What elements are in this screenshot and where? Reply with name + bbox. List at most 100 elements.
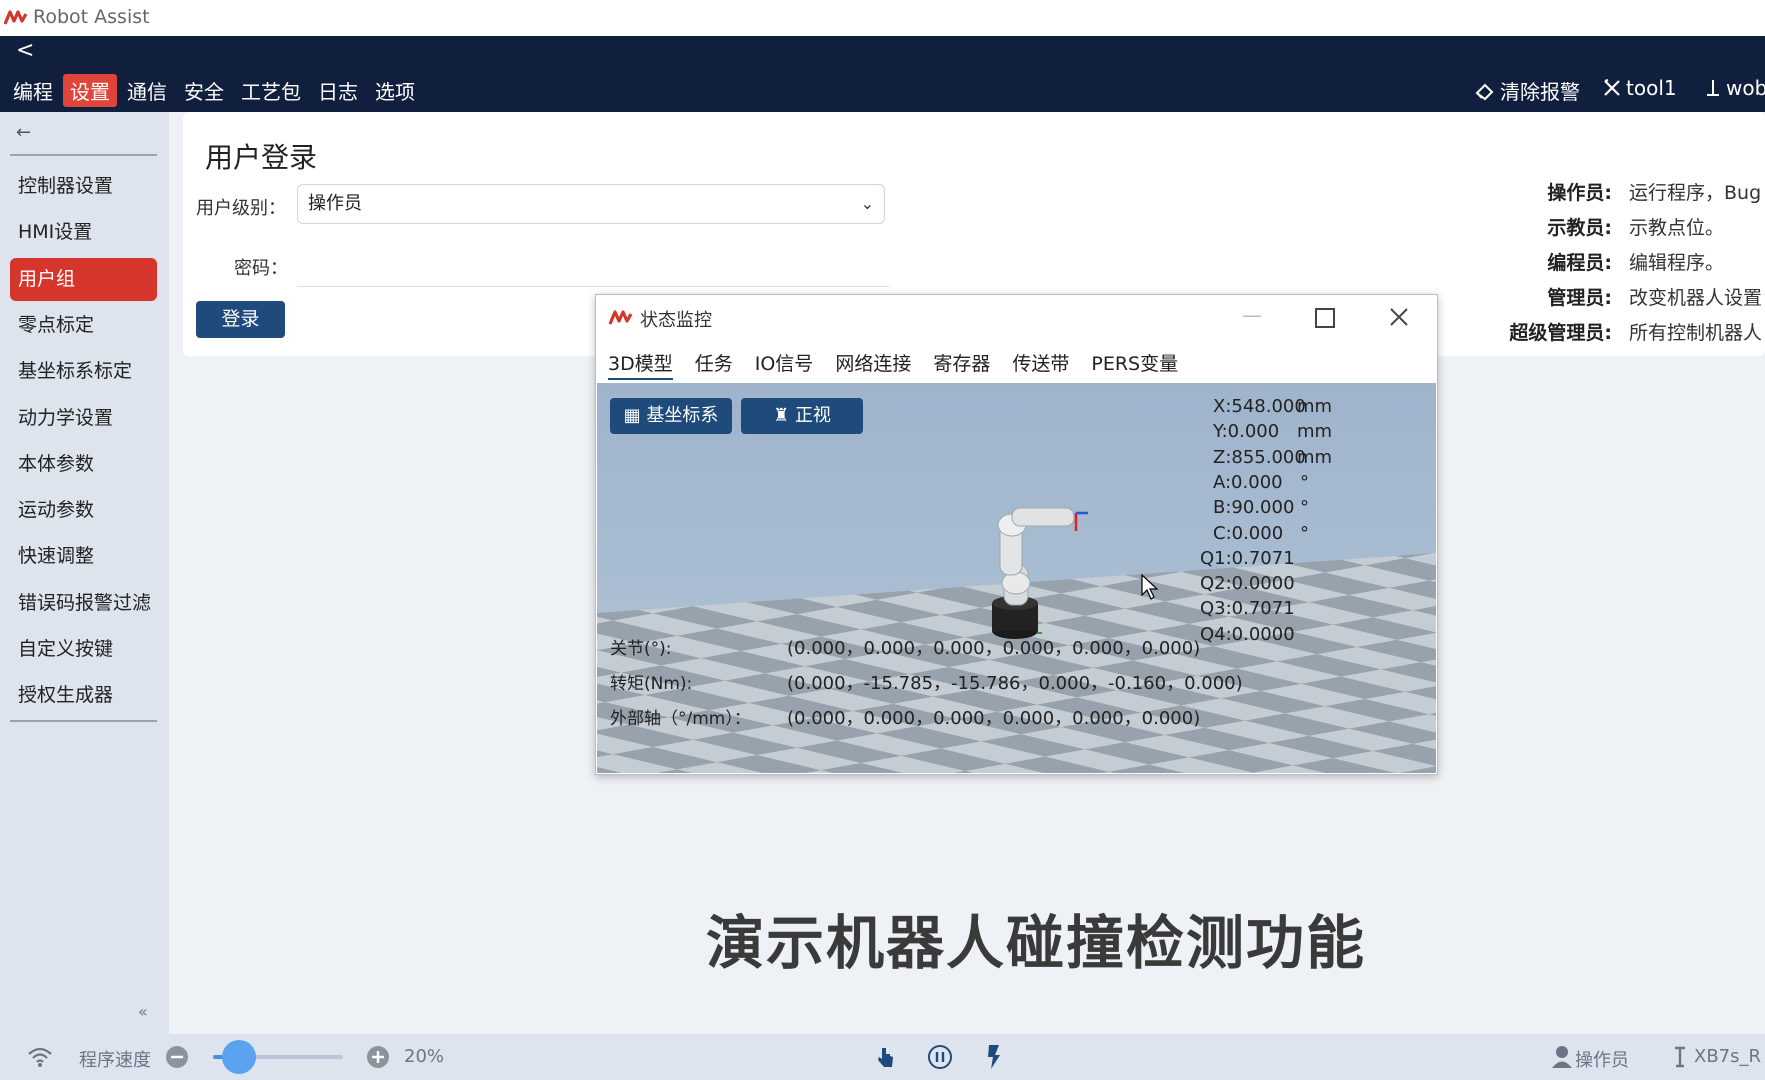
current-user[interactable]: 操作员 <box>1575 1046 1629 1072</box>
sidebar-item[interactable]: 动力学设置 <box>10 397 157 440</box>
coordinate-value: Q1:0.7071 <box>1200 547 1295 569</box>
menu-item[interactable]: 通信 <box>120 74 174 107</box>
maximize-button[interactable] <box>1315 308 1335 328</box>
robot-assist-logo-icon <box>608 310 633 325</box>
front-view-button[interactable]: ♜ 正视 <box>741 398 863 434</box>
joint-row-value: (0.000，0.000，0.000，0.000，0.000，0.000) <box>787 708 1201 729</box>
sidebar-item[interactable]: 自定义按键 <box>10 628 157 671</box>
base-frame-button[interactable]: ▦ 基坐标系 <box>610 398 732 434</box>
monitor-tab[interactable]: 网络连接 <box>835 349 911 380</box>
monitor-tab[interactable]: PERS变量 <box>1091 349 1178 380</box>
clear-alarm-button[interactable]: 清除报警 <box>1474 76 1580 105</box>
speed-decrease-icon[interactable] <box>165 1045 189 1069</box>
role-description: 所有控制机器人 <box>1629 322 1763 344</box>
top-navigation: < 编程 设置 通信 安全 工艺包 日志 选项 清除报警 tool1 wob <box>0 36 1765 112</box>
monitor-tab[interactable]: 3D模型 <box>608 349 673 380</box>
sidebar-back-icon[interactable]: ← <box>16 122 31 143</box>
role-name: 操作员: <box>1547 182 1612 204</box>
grid-icon: ▦ <box>623 405 641 426</box>
tool-label: tool1 <box>1626 76 1677 100</box>
robot-arm-icon: ♜ <box>773 405 790 426</box>
monitor-tab[interactable]: 寄存器 <box>933 349 990 380</box>
pause-icon[interactable] <box>927 1044 953 1070</box>
user-level-value: 操作员 <box>308 193 362 214</box>
video-caption: 演示机器人碰撞检测功能 <box>706 909 1367 977</box>
monitor-tab[interactable]: 传送带 <box>1012 349 1069 380</box>
sidebar-item[interactable]: 运动参数 <box>10 489 157 532</box>
tool-selector[interactable]: tool1 <box>1602 76 1677 100</box>
user-level-label: 用户级别： <box>196 198 286 219</box>
coordinate-unit: mm <box>1297 396 1333 417</box>
monitor-tab[interactable]: IO信号 <box>755 349 814 380</box>
front-view-label: 正视 <box>794 405 831 426</box>
role-description: 编辑程序。 <box>1629 252 1725 274</box>
role-name: 管理员: <box>1547 287 1612 309</box>
sidebar-divider <box>10 720 157 722</box>
main-menu: 编程 设置 通信 安全 工艺包 日志 选项 <box>6 74 425 107</box>
hand-pointer-icon[interactable] <box>874 1045 896 1069</box>
role-name: 超级管理员: <box>1509 322 1612 344</box>
coordinate-value: X:548.000 <box>1213 396 1306 417</box>
login-button[interactable]: 登录 <box>196 301 285 338</box>
3d-viewport[interactable]: ▦ 基坐标系 ♜ 正视 X:548.000 mm Y:0.000 mm Z:855.00… <box>597 383 1436 773</box>
eraser-icon <box>1475 83 1494 100</box>
monitor-tabs: 3D模型 任务 IO信号 网络连接 寄存器 传送带 PERS变量 <box>608 349 1178 380</box>
menu-item[interactable]: 安全 <box>177 74 231 107</box>
speed-increase-icon[interactable] <box>366 1045 390 1069</box>
menu-item[interactable]: 工艺包 <box>234 74 308 107</box>
joint-row-label: 转矩(Nm): <box>610 674 693 694</box>
menu-item[interactable]: 设置 <box>63 74 117 107</box>
password-input[interactable] <box>297 246 889 287</box>
robot-assist-logo-icon <box>4 10 28 25</box>
user-icon <box>1552 1046 1572 1068</box>
base-frame-label: 基坐标系 <box>646 405 719 426</box>
menu-item[interactable]: 编程 <box>6 74 60 107</box>
user-level-select[interactable]: 操作员 ⌄ <box>297 184 885 224</box>
monitor-tab[interactable]: 任务 <box>695 349 733 380</box>
password-label: 密码： <box>234 258 288 279</box>
sidebar-item[interactable]: 错误码报警过滤 <box>10 582 157 625</box>
wobj-selector[interactable]: wob <box>1704 76 1765 100</box>
speed-slider-handle[interactable] <box>222 1040 256 1074</box>
sidebar-item[interactable]: 用户组 <box>10 257 157 301</box>
wifi-icon <box>28 1047 52 1067</box>
sidebar-item[interactable]: 控制器设置 <box>10 165 157 208</box>
settings-sidebar: ← « 控制器设置 HMI设置 用户组 零点标定 基坐标系标定 动力学设置 本体参数 运动参数… <box>0 112 169 1034</box>
role-description: 示教点位。 <box>1629 217 1725 239</box>
coordinate-value: Z:855.000 <box>1213 446 1306 468</box>
role-name: 示教员: <box>1547 217 1612 239</box>
close-icon[interactable] <box>1389 307 1409 327</box>
mouse-cursor-icon <box>1141 573 1159 600</box>
coordinate-value: A:0.000 <box>1213 471 1283 493</box>
collapse-sidebar-icon[interactable]: « <box>138 1002 148 1021</box>
coordinate-value: B:90.000 <box>1213 497 1295 519</box>
coordinate-value: Q3:0.7071 <box>1200 598 1295 620</box>
role-description: 改变机器人设置 <box>1629 287 1763 309</box>
minimize-button[interactable]: — <box>1242 303 1262 327</box>
step-icon[interactable] <box>985 1043 1003 1071</box>
coordinate-value: Q4:0.0000 <box>1200 623 1295 645</box>
coordinate-unit: mm <box>1297 446 1333 468</box>
app-title: Robot Assist <box>33 6 150 28</box>
back-button[interactable]: < <box>16 38 34 63</box>
joint-row-label: 外部轴（°/mm）： <box>610 709 751 729</box>
coordinate-unit: ° <box>1300 497 1309 519</box>
speed-value: 20% <box>404 1046 445 1067</box>
page-title: 用户登录 <box>205 141 318 174</box>
menu-item[interactable]: 选项 <box>368 74 422 107</box>
coordinate-unit: ° <box>1300 522 1309 544</box>
sidebar-item[interactable]: 零点标定 <box>10 304 157 347</box>
monitor-title: 状态监控 <box>640 310 712 331</box>
sidebar-item[interactable]: 授权生成器 <box>10 674 157 717</box>
robot-model <box>992 507 1088 639</box>
sidebar-item[interactable]: 本体参数 <box>10 443 157 486</box>
speed-label: 程序速度 <box>79 1050 151 1071</box>
device-name: XB7s_R <box>1694 1046 1762 1067</box>
menu-item[interactable]: 日志 <box>311 74 365 107</box>
sidebar-item[interactable]: HMI设置 <box>10 211 157 254</box>
sidebar-item[interactable]: 快速调整 <box>10 535 157 578</box>
wobj-label: wob <box>1726 76 1765 100</box>
sidebar-divider <box>10 154 157 156</box>
coordinate-unit: mm <box>1297 421 1333 443</box>
sidebar-item[interactable]: 基坐标系标定 <box>10 350 157 393</box>
